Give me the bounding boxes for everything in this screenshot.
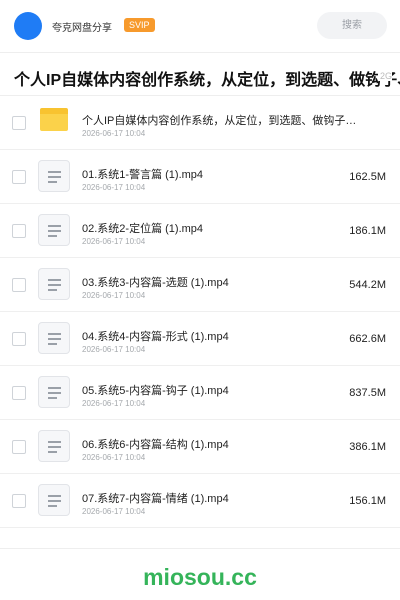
checkbox[interactable]: [12, 386, 26, 400]
file-name: 05.系统5-内容篇-钩子 (1).mp4: [82, 385, 229, 397]
file-size: 156.1M: [349, 495, 386, 507]
list-item[interactable]: 05.系统5-内容篇-钩子 (1).mp4 2026-06-17 10:04 8…: [0, 366, 400, 420]
file-name: 02.系统2-定位篇 (1).mp4: [82, 223, 204, 235]
share-title-bar: 个人IP自媒体内容创作系统，从定位，到选题、做钩子、搭 2G: [0, 52, 400, 96]
file-date: 2026-06-17 10:04: [82, 345, 146, 354]
checkbox[interactable]: [12, 116, 26, 130]
search-input[interactable]: 搜索: [317, 12, 387, 39]
list-item[interactable]: 个人IP自媒体内容创作系统，从定位，到选题、做钩子… 2026-06-17 10…: [0, 96, 400, 150]
file-date: 2026-06-17 10:04: [82, 129, 146, 138]
file-name: 04.系统4-内容篇-形式 (1).mp4: [82, 331, 229, 343]
checkbox[interactable]: [12, 224, 26, 238]
file-date: 2026-06-17 10:04: [82, 507, 146, 516]
folder-icon: [40, 108, 68, 132]
footer-divider: [0, 548, 400, 549]
list-item[interactable]: 01.系统1-警言篇 (1).mp4 2026-06-17 10:04 162.…: [0, 150, 400, 204]
file-size: 662.6M: [349, 333, 386, 345]
file-size: 186.1M: [349, 225, 386, 237]
list-item[interactable]: 06.系统6-内容篇-结构 (1).mp4 2026-06-17 10:04 3…: [0, 420, 400, 474]
list-item[interactable]: 02.系统2-定位篇 (1).mp4 2026-06-17 10:04 186.…: [0, 204, 400, 258]
checkbox[interactable]: [12, 440, 26, 454]
file-name: 01.系统1-警言篇 (1).mp4: [82, 169, 204, 181]
list-item[interactable]: 07.系统7-内容篇-情绪 (1).mp4 2026-06-17 10:04 1…: [0, 474, 400, 528]
checkbox[interactable]: [12, 278, 26, 292]
document-icon: [38, 268, 70, 300]
file-list: 个人IP自媒体内容创作系统，从定位，到选题、做钩子… 2026-06-17 10…: [0, 96, 400, 528]
file-date: 2026-06-17 10:04: [82, 291, 146, 300]
document-icon: [38, 430, 70, 462]
list-item[interactable]: 03.系统3-内容篇-选题 (1).mp4 2026-06-17 10:04 5…: [0, 258, 400, 312]
checkbox[interactable]: [12, 332, 26, 346]
document-icon: [38, 160, 70, 192]
file-size: 544.2M: [349, 279, 386, 291]
document-icon: [38, 214, 70, 246]
file-date: 2026-06-17 10:04: [82, 237, 146, 246]
list-item[interactable]: 04.系统4-内容篇-形式 (1).mp4 2026-06-17 10:04 6…: [0, 312, 400, 366]
document-icon: [38, 322, 70, 354]
file-name: 07.系统7-内容篇-情绪 (1).mp4: [82, 493, 229, 505]
file-size: 837.5M: [349, 387, 386, 399]
svip-badge: SVIP: [124, 18, 155, 32]
avatar[interactable]: [14, 12, 42, 40]
document-icon: [38, 376, 70, 408]
file-date: 2026-06-17 10:04: [82, 183, 146, 192]
file-date: 2026-06-17 10:04: [82, 399, 146, 408]
app-name: 夸克网盘分享: [52, 23, 112, 34]
checkbox[interactable]: [12, 170, 26, 184]
document-icon: [38, 484, 70, 516]
file-size: 386.1M: [349, 441, 386, 453]
checkbox[interactable]: [12, 494, 26, 508]
file-size: 162.5M: [349, 171, 386, 183]
file-name: 个人IP自媒体内容创作系统，从定位，到选题、做钩子…: [82, 115, 357, 127]
file-date: 2026-06-17 10:04: [82, 453, 146, 462]
share-title: 个人IP自媒体内容创作系统，从定位，到选题、做钩子、搭: [14, 72, 400, 89]
file-name: 03.系统3-内容篇-选题 (1).mp4: [82, 277, 229, 289]
share-size-hint: 2G: [377, 71, 392, 81]
watermark: miosou.cc: [143, 564, 257, 590]
header: 夸克网盘分享 SVIP 搜索: [0, 0, 400, 52]
file-name: 06.系统6-内容篇-结构 (1).mp4: [82, 439, 229, 451]
